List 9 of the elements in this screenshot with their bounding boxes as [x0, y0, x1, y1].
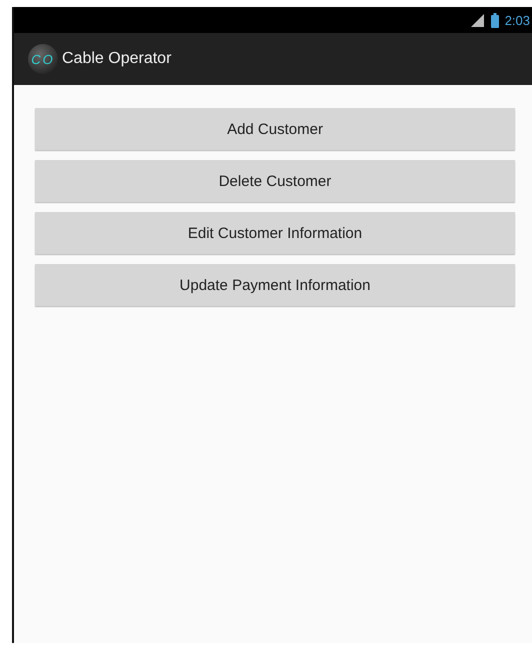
menu-button[interactable]: Edit Customer Information	[35, 212, 515, 254]
signal-icon	[468, 13, 485, 27]
battery-icon	[490, 12, 499, 28]
status-time: 2:03	[504, 12, 530, 28]
menu-button[interactable]: Delete Customer	[35, 160, 515, 202]
app-title: Cable Operator	[62, 50, 172, 68]
menu-button[interactable]: Add Customer	[35, 108, 515, 150]
menu-button[interactable]: Update Payment Information	[35, 264, 515, 306]
app-logo: CO	[28, 44, 58, 74]
